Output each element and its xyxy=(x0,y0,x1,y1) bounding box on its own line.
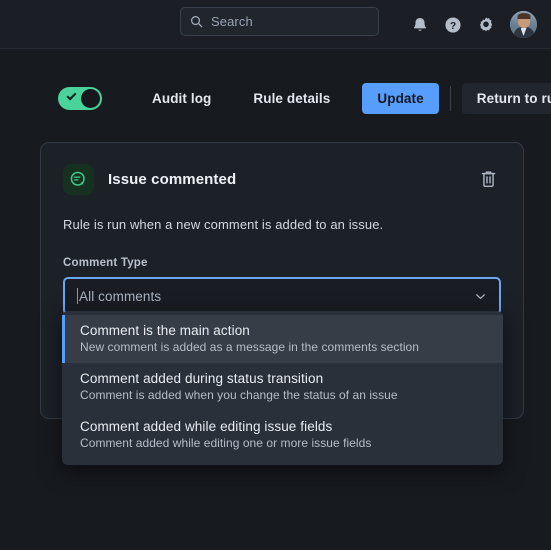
user-avatar[interactable] xyxy=(510,11,537,38)
action-divider xyxy=(449,85,451,111)
comment-bubble-icon xyxy=(70,171,85,186)
rule-details-button[interactable]: Rule details xyxy=(243,84,340,113)
trigger-title: Issue commented xyxy=(108,170,237,188)
trigger-card-header: Issue commented xyxy=(63,163,501,195)
option-title: Comment added while editing issue fields xyxy=(80,419,333,434)
top-bar-icon-group: ? xyxy=(411,0,543,49)
option-subtitle: Comment is added when you change the sta… xyxy=(80,388,398,402)
trigger-icon-badge xyxy=(63,163,94,195)
return-to-rules-button[interactable]: Return to rules xyxy=(461,82,551,114)
search-icon xyxy=(191,16,203,28)
rule-enabled-toggle[interactable] xyxy=(58,86,102,110)
trash-icon xyxy=(481,171,496,188)
comment-type-select[interactable]: All comments xyxy=(63,277,501,315)
rule-action-bar: Audit log Rule details Update Return to … xyxy=(0,76,551,120)
top-bar: Search ? xyxy=(0,0,551,49)
dropdown-option-status-transition[interactable]: Comment added during status transition C… xyxy=(62,363,503,411)
audit-log-button[interactable]: Audit log xyxy=(142,84,221,113)
option-title: Comment is the main action xyxy=(80,323,250,338)
help-circle-icon[interactable]: ? xyxy=(444,16,462,34)
comment-type-value: All comments xyxy=(79,288,162,304)
delete-trigger-button[interactable] xyxy=(476,166,501,192)
chevron-down-icon[interactable] xyxy=(474,290,487,303)
check-icon xyxy=(66,90,77,100)
avatar-hair xyxy=(517,13,530,19)
notification-bell-icon[interactable] xyxy=(411,16,429,34)
dropdown-option-editing-fields[interactable]: Comment added while editing issue fields… xyxy=(62,411,503,459)
dropdown-option-main-action[interactable]: Comment is the main action New comment i… xyxy=(62,315,503,363)
settings-gear-icon[interactable] xyxy=(477,16,495,34)
option-subtitle: Comment added while editing one or more … xyxy=(80,436,372,450)
trigger-description: Rule is run when a new comment is added … xyxy=(63,217,384,232)
update-button[interactable]: Update xyxy=(362,82,439,114)
comment-type-dropdown[interactable]: Comment is the main action New comment i… xyxy=(62,311,503,465)
global-search[interactable]: Search xyxy=(180,7,379,36)
option-subtitle: New comment is added as a message in the… xyxy=(80,340,420,354)
text-caret xyxy=(77,288,78,304)
toggle-knob xyxy=(81,88,100,108)
search-placeholder-text: Search xyxy=(211,14,253,29)
comment-type-label: Comment Type xyxy=(63,257,148,269)
svg-text:?: ? xyxy=(450,20,456,31)
option-title: Comment added during status transition xyxy=(80,371,324,386)
